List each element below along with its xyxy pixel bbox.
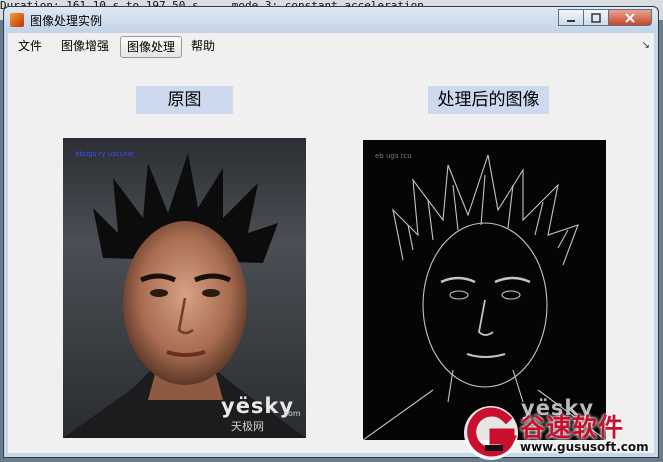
title-bar[interactable]: 图像处理实例 — [4, 7, 658, 33]
processed-image: eb ugs rcu yësky — [363, 140, 606, 440]
gususoft-logo-text: 谷速软件 — [520, 413, 625, 442]
original-image-label: 原图 — [136, 86, 233, 114]
dock-arrow-icon[interactable]: ↘ — [642, 40, 650, 51]
app-window: 图像处理实例 文件 图像增强 图像处理 帮助 ↘ 原图 处理后的图像 ebugs… — [3, 6, 659, 458]
gususoft-logo-mark — [464, 406, 518, 460]
menu-image-enhance[interactable]: 图像增强 — [55, 36, 115, 56]
gususoft-logo-url: www.gususoft.com — [520, 440, 649, 454]
processed-image-label: 处理后的图像 — [428, 86, 549, 114]
figure-area: 原图 处理后的图像 ebugs ry uscurar yësky 天极网 .co… — [8, 61, 654, 453]
matlab-app-icon — [10, 13, 24, 27]
menu-image-process[interactable]: 图像处理 — [120, 36, 183, 58]
minimize-icon[interactable] — [558, 9, 584, 26]
processed-overlay-text: eb ugs rcu — [375, 152, 412, 160]
tianji-watermark: 天极网 — [231, 420, 264, 433]
gususoft-logo: 谷速软件 www.gususoft.com — [462, 404, 663, 462]
menu-file[interactable]: 文件 — [12, 36, 48, 56]
window-controls — [558, 9, 652, 26]
watermark-dotcom: .com — [281, 409, 301, 418]
menu-bar: 文件 图像增强 图像处理 帮助 ↘ — [8, 33, 654, 62]
maximize-icon[interactable] — [583, 9, 609, 26]
original-image: ebugs ry uscurar yësky 天极网 .com — [63, 138, 306, 438]
window-title: 图像处理实例 — [30, 14, 103, 28]
original-overlay-text: ebugs ry uscurar — [75, 150, 135, 158]
close-icon[interactable] — [608, 9, 652, 26]
menu-help[interactable]: 帮助 — [185, 36, 221, 56]
processed-face-graphic — [363, 154, 606, 440]
original-face-graphic — [63, 153, 306, 438]
